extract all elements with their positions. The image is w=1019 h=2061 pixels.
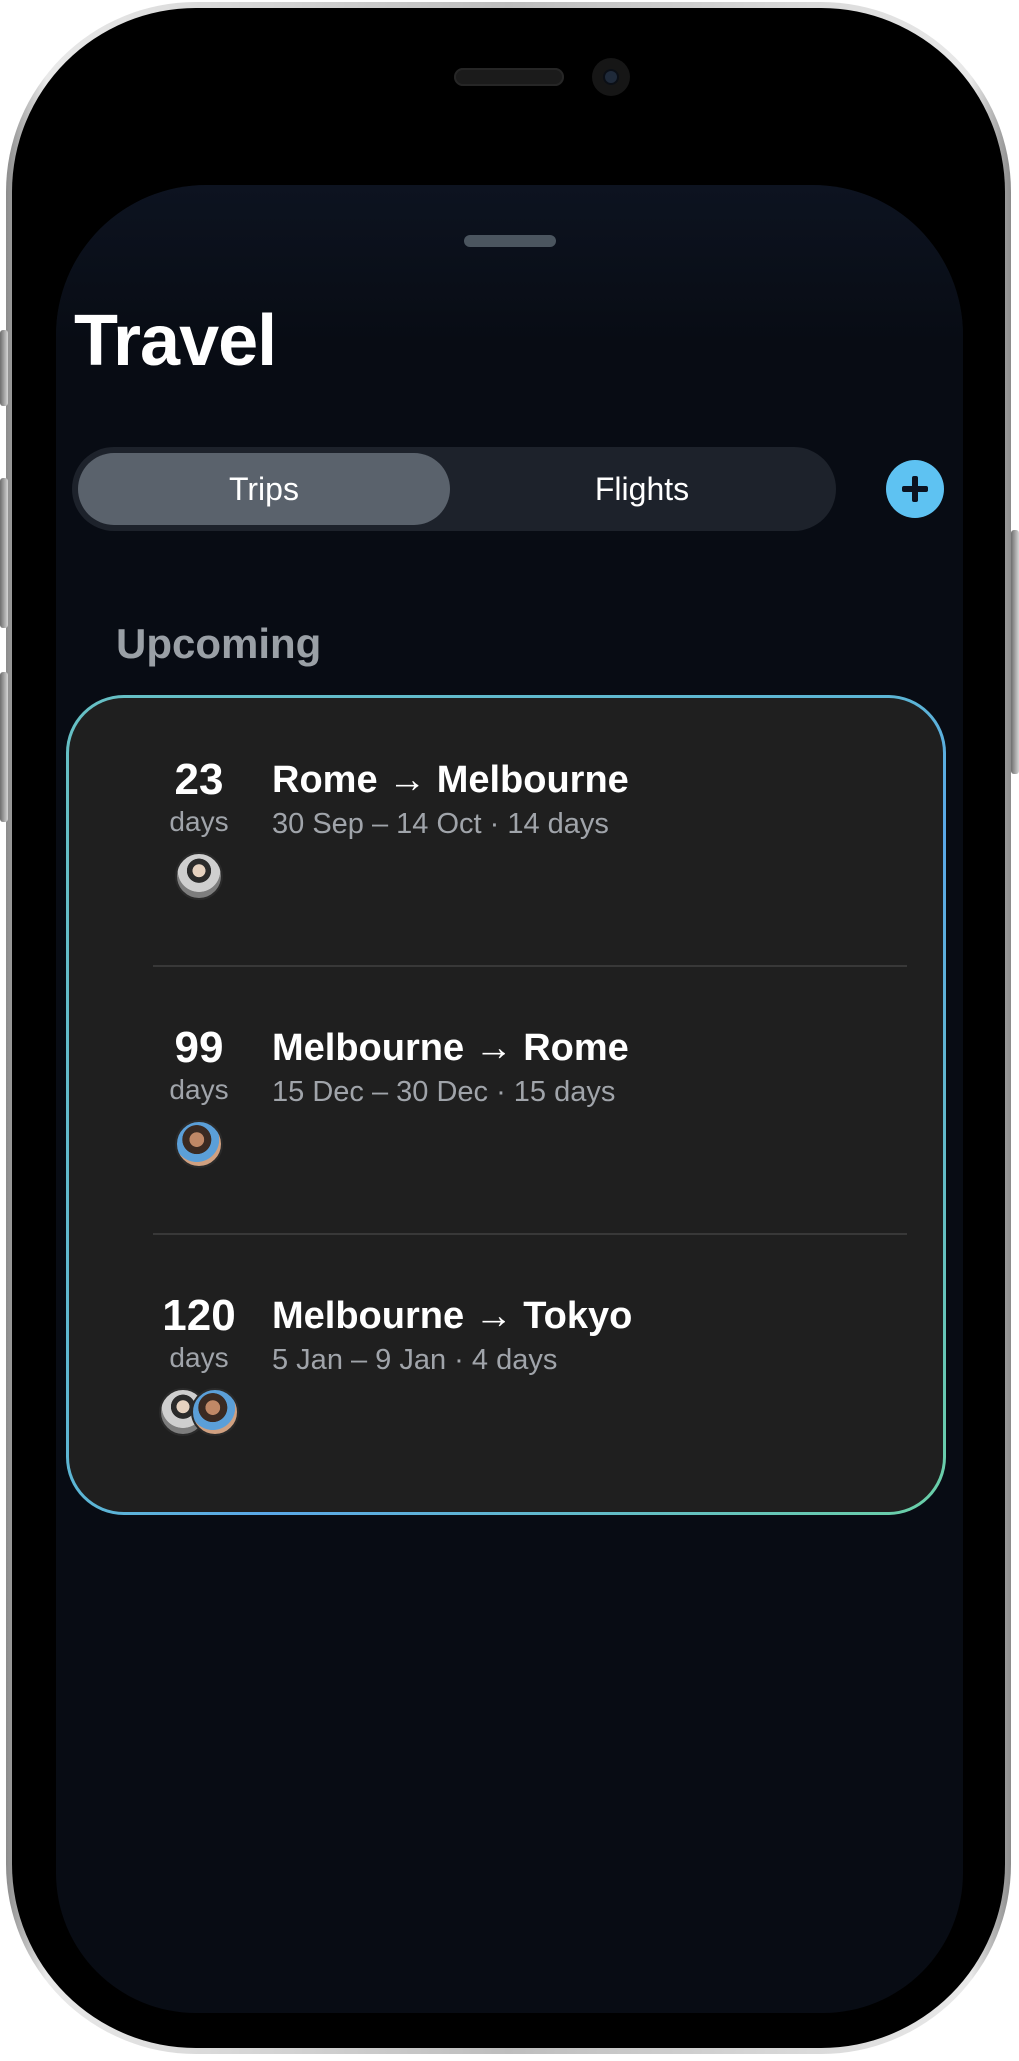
front-camera — [592, 58, 630, 96]
traveler-avatars — [129, 852, 269, 904]
days-unit-label: days — [169, 1342, 229, 1373]
earpiece-speaker — [454, 68, 564, 86]
trip-dates: 30 Sep – 14 Oct · 14 days — [272, 808, 609, 840]
sheet-grabber-handle[interactable] — [464, 235, 556, 247]
trip-row[interactable]: 23 days Rome → Melbourne 30 Sep – 14 Oct… — [69, 698, 943, 966]
add-trip-button[interactable] — [886, 460, 944, 518]
avatar — [191, 1388, 239, 1436]
countdown: 23 days — [129, 756, 269, 904]
traveler-avatars — [129, 1120, 269, 1172]
silent-switch — [0, 330, 8, 406]
trip-row[interactable]: 99 days Melbourne → Rome 15 Dec – 30 Dec… — [69, 966, 943, 1234]
traveler-avatars — [129, 1388, 269, 1440]
volume-up-button — [0, 478, 8, 628]
power-button — [1011, 530, 1019, 774]
tab-trips[interactable]: Trips — [78, 453, 450, 525]
countdown: 120 days — [129, 1292, 269, 1440]
days-until-count: 99 — [174, 1023, 224, 1072]
tab-flights[interactable]: Flights — [456, 453, 828, 525]
days-unit-label: days — [169, 1074, 229, 1105]
section-header-upcoming: Upcoming — [116, 620, 322, 667]
days-unit-label: days — [169, 806, 229, 837]
trips-list: 23 days Rome → Melbourne 30 Sep – 14 Oct… — [69, 698, 943, 1512]
days-until-count: 120 — [162, 1291, 236, 1340]
trip-dates: 5 Jan – 9 Jan · 4 days — [272, 1344, 558, 1376]
trip-route: Melbourne → Rome — [272, 1027, 629, 1069]
trip-route: Melbourne → Tokyo — [272, 1295, 633, 1337]
trips-flights-segmented-control: Trips Flights — [72, 447, 836, 531]
upcoming-trips-card: 23 days Rome → Melbourne 30 Sep – 14 Oct… — [66, 695, 946, 1515]
countdown: 99 days — [129, 1024, 269, 1172]
trip-dates: 15 Dec – 30 Dec · 15 days — [272, 1076, 616, 1108]
avatar — [175, 852, 223, 900]
trip-row[interactable]: 120 days Melbourne → Tokyo 5 Jan – 9 Jan… — [69, 1234, 943, 1502]
app-screen: Travel Trips Flights Upcoming 23 days Ro… — [56, 185, 963, 2013]
days-until-count: 23 — [174, 755, 224, 804]
avatar — [175, 1120, 223, 1168]
volume-down-button — [0, 672, 8, 822]
page-title: Travel — [74, 301, 277, 381]
trip-route: Rome → Melbourne — [272, 759, 629, 801]
